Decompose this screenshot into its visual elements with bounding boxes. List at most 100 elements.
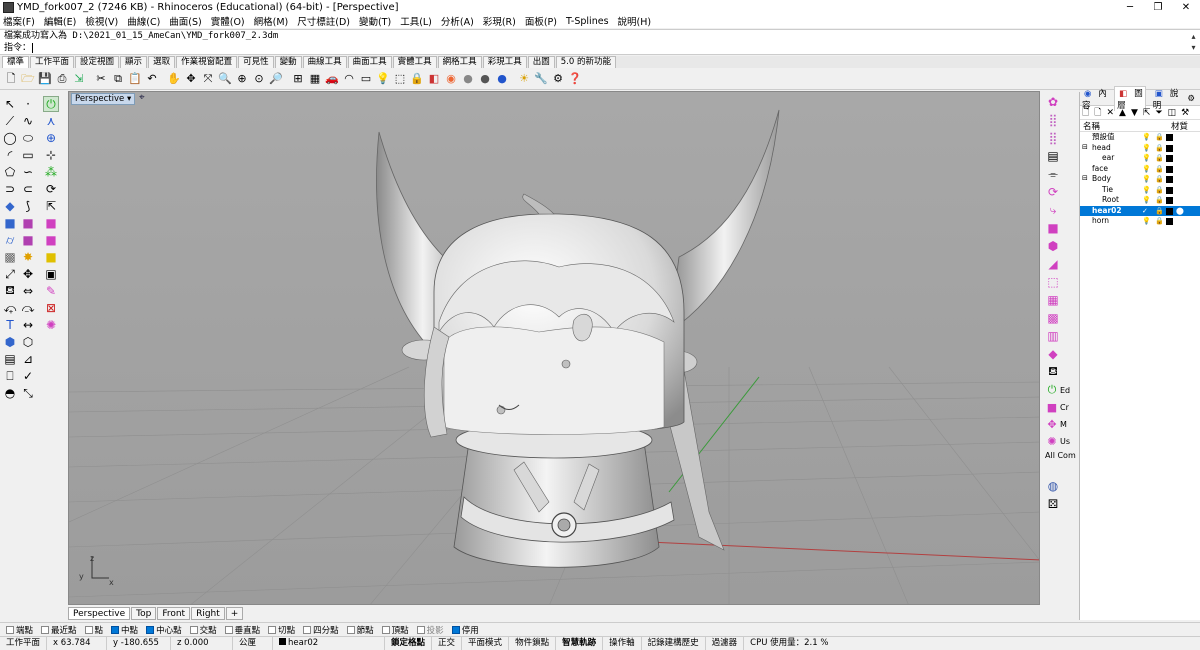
tab-display[interactable]: 顯示 [120,56,148,68]
cube-magenta-icon[interactable]: ■ [43,232,59,248]
zoom-window-icon[interactable]: 🔍 [218,72,232,86]
surface-icon[interactable]: ◆ [2,198,18,214]
shaded-icon[interactable]: ● [461,72,475,86]
menu-surface[interactable]: 曲面(S) [169,14,201,28]
rendered-icon[interactable]: ● [478,72,492,86]
ellipse-icon[interactable]: ⬭ [20,130,36,146]
layer-color-swatch[interactable] [1166,197,1173,204]
group-icon[interactable]: ⬡ [20,334,36,350]
all-commands-button[interactable]: All Com [1045,451,1078,460]
current-layer-status[interactable]: hear02 [273,636,386,650]
offset-curve-icon[interactable]: ⊃ [2,181,18,197]
status-toggle[interactable]: 操作軸 [603,636,642,650]
navigation-help-icon[interactable]: ⌖ [139,92,145,103]
cplane-status[interactable]: 工作平面 [0,636,48,650]
layer-settings-icon[interactable]: ◫ [1168,108,1177,118]
help-icon[interactable]: ❓ [568,72,582,86]
viewtab-perspective[interactable]: Perspective [68,606,131,620]
utilities-mode-button[interactable]: ✺ Us [1045,434,1078,448]
select-icon[interactable]: ⬚ [393,72,407,86]
layer-tools-icon[interactable]: ⚒ [1181,108,1189,118]
rotate-icon[interactable]: ⟳ [43,181,59,197]
cube-pink-icon[interactable]: ■ [43,215,59,231]
visibility-bulb-icon[interactable]: 💡 [1142,153,1151,163]
osnap-item[interactable]: 切點 [268,624,295,636]
fillet-icon[interactable]: ◠ [342,72,356,86]
cplane-icon[interactable]: ▦ [308,72,322,86]
mesh-icon[interactable]: ▩ [2,249,18,265]
drafting-icon[interactable]: ⊿ [20,351,36,367]
nodes-icon[interactable]: ⁂ [43,164,59,180]
osnap-checkbox[interactable] [451,625,460,634]
osnap-item[interactable]: 最近點 [41,624,77,636]
move-icon[interactable]: ✥ [20,266,36,282]
save-icon[interactable]: 💾 [38,72,52,86]
sphere-mesh-icon[interactable]: ◍ [1045,478,1061,494]
status-toggle[interactable]: 記錄建構歷史 [642,636,706,650]
viewtab-front[interactable]: Front [157,606,191,620]
cube-outline-icon[interactable]: ▣ [43,266,59,282]
new-sublayer-icon[interactable]: 🗋 [1094,105,1101,121]
cube-yellow-icon[interactable]: ■ [43,249,59,265]
layer-row[interactable]: ear 💡 🔒 [1080,153,1200,164]
polygon-icon[interactable]: ⬠ [2,164,18,180]
status-toggle[interactable]: 正交 [432,636,463,650]
block-icon[interactable]: ⬢ [2,334,18,350]
visibility-bulb-icon[interactable]: 💡 [1142,164,1151,174]
osnap-checkbox[interactable] [146,625,155,634]
paint-bucket-icon[interactable]: ⛾ [2,283,18,299]
visibility-bulb-icon[interactable]: 💡 [1142,143,1151,153]
visibility-bulb-icon[interactable]: 💡 [1142,185,1151,195]
dotted-box-icon[interactable]: ⣿ [1045,112,1061,128]
globe-icon[interactable]: ⊕ [43,130,59,146]
tab-surface-tools[interactable]: 曲面工具 [347,56,392,68]
check-icon[interactable]: ✓ [20,368,36,384]
pink-shape-icon[interactable]: ✿ [1045,94,1061,110]
ring-icon[interactable]: ⌯ [1045,166,1061,182]
tab-set-view[interactable]: 設定視圖 [75,56,120,68]
pink-box-icon[interactable]: ■ [1045,220,1061,236]
brush-icon[interactable]: ✎ [43,283,59,299]
osnap-item[interactable]: 垂直點 [224,624,260,636]
osnap-checkbox[interactable] [381,625,390,634]
menu-view[interactable]: 檢視(V) [85,14,118,28]
tab-standard[interactable]: 標準 [2,56,30,68]
print-icon[interactable]: ⎙ [55,72,69,86]
paint-icon[interactable]: ⛾ [1045,364,1061,380]
modify-mode-button[interactable]: ✥ M [1045,417,1078,431]
car-icon[interactable]: 🚗 [325,72,339,86]
osnap-item[interactable]: 頂點 [381,624,409,636]
viewport-layout-icon[interactable]: ⊞ [291,72,305,86]
delete-icon[interactable]: ⊠ [43,300,59,316]
tab-solid-tools[interactable]: 實體工具 [392,56,437,68]
select-arrow-icon[interactable]: ↖ [2,96,18,112]
move-out-icon[interactable]: ⇱ [1143,108,1151,118]
tab-viewport-layout[interactable]: 作業視窗配置 [176,56,238,68]
twist-icon[interactable]: ⟳ [1045,184,1061,200]
new-layer-icon[interactable]: 🗋 [1082,105,1089,121]
expand-toggle-icon[interactable]: ⊟ [1082,143,1088,151]
status-toggle[interactable]: 智慧軌跡 [556,636,604,650]
osnap-item[interactable]: 交點 [189,624,217,636]
layer-row[interactable]: hear02 ✓ 🔒 ⬤ [1080,205,1200,216]
cylinder-icon[interactable]: ⌭ [2,232,18,248]
lock-icon[interactable]: 🔒 [1155,195,1164,205]
create-mode-button[interactable]: ■ Cr [1045,400,1078,414]
pink-plane-icon[interactable]: ◆ [1045,346,1061,362]
subd-icon[interactable]: ⬚ [1045,274,1061,290]
visibility-bulb-icon[interactable]: 💡 [1142,132,1151,142]
layer-row[interactable]: 預設值 💡 🔒 [1080,132,1200,143]
stacked-layers-icon[interactable]: ▤ [1045,148,1061,164]
gear-pink-icon[interactable]: ✺ [43,317,59,333]
status-toggle[interactable]: 物件鎖點 [509,636,557,650]
trim-icon[interactable]: ⤽ [2,300,18,316]
render-icon[interactable]: ● [495,72,509,86]
osnap-checkbox[interactable] [84,625,93,634]
scale-icon[interactable]: ⇱ [43,198,59,214]
lock-icon[interactable]: 🔒 [1155,153,1164,163]
color-wheel-icon[interactable]: ◉ [444,72,458,86]
layer-color-swatch[interactable] [1166,155,1173,162]
pan-icon[interactable]: ✋ [167,72,181,86]
rotate-view-icon[interactable]: ✥ [184,72,198,86]
lock-icon[interactable]: 🔒 [1155,132,1164,142]
